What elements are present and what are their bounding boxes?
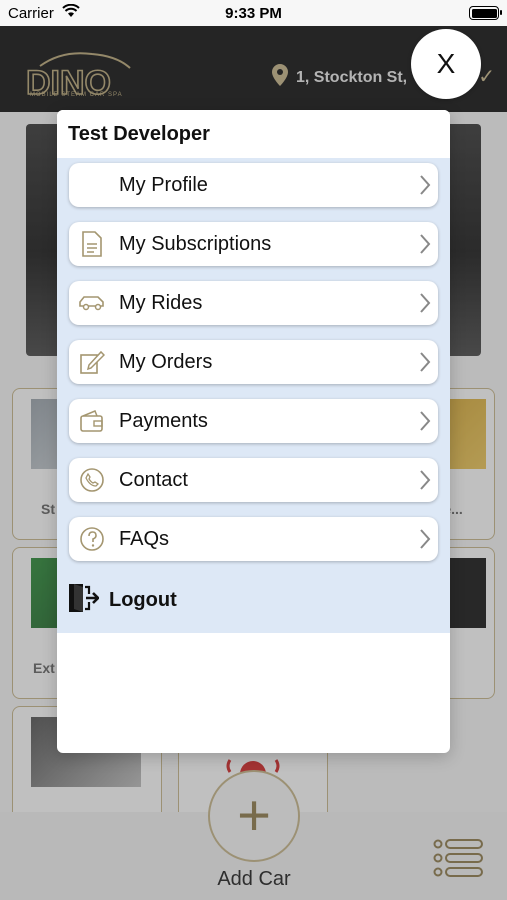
user-name: Test Developer — [57, 110, 450, 158]
menu-item-my-rides[interactable]: My Rides — [69, 281, 438, 325]
chevron-right-icon — [420, 234, 431, 254]
menu-item-label: FAQs — [119, 527, 170, 550]
close-button[interactable]: X — [411, 29, 481, 99]
menu-item-label: My Orders — [119, 350, 213, 373]
menu-item-faqs[interactable]: FAQs — [69, 517, 438, 561]
close-icon: X — [436, 48, 456, 79]
menu-item-my-profile[interactable]: My Profile — [69, 163, 438, 207]
chevron-right-icon — [420, 175, 431, 195]
status-bar: Carrier 9:33 PM — [0, 0, 507, 26]
logout-button[interactable]: Logout — [67, 582, 177, 618]
chevron-right-icon — [420, 293, 431, 313]
help-icon — [77, 524, 107, 554]
edit-icon — [77, 347, 107, 377]
menu-item-label: Payments — [119, 409, 208, 432]
blank-icon — [77, 170, 107, 200]
car-icon — [77, 288, 107, 318]
menu-item-my-subscriptions[interactable]: My Subscriptions — [69, 222, 438, 266]
status-time: 9:33 PM — [225, 5, 282, 22]
battery-icon — [469, 6, 502, 20]
chevron-right-icon — [420, 470, 431, 490]
menu-item-label: Contact — [119, 468, 188, 491]
chevron-right-icon — [420, 411, 431, 431]
logout-icon — [67, 582, 100, 619]
menu-item-label: My Subscriptions — [119, 232, 272, 255]
menu-list: My Profile My Subscriptions My Rides My … — [57, 158, 450, 633]
wallet-icon — [77, 406, 107, 436]
menu-item-contact[interactable]: Contact — [69, 458, 438, 502]
menu-item-payments[interactable]: Payments — [69, 399, 438, 443]
chevron-right-icon — [420, 529, 431, 549]
phone-icon — [77, 465, 107, 495]
menu-item-my-orders[interactable]: My Orders — [69, 340, 438, 384]
document-icon — [77, 229, 107, 259]
side-menu: Test Developer My Profile My Subscriptio… — [57, 110, 450, 753]
menu-item-label: My Profile — [119, 173, 208, 196]
logout-label: Logout — [109, 588, 177, 611]
menu-item-label: My Rides — [119, 291, 203, 314]
chevron-right-icon — [420, 352, 431, 372]
